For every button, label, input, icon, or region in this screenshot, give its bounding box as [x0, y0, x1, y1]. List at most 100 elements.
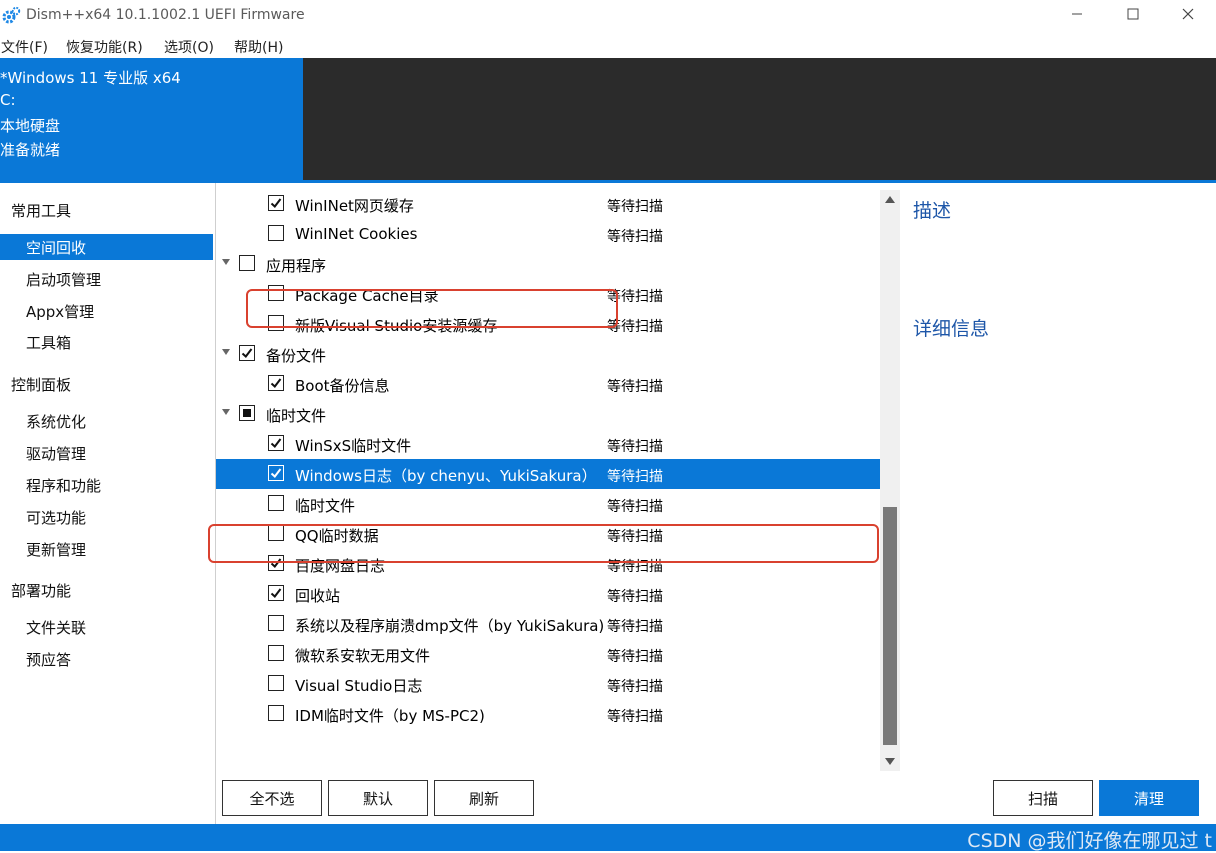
item-status: 等待扫描 [607, 709, 663, 725]
sidebar-item-label: 预应答 [26, 651, 72, 669]
maximize-icon [1127, 8, 1139, 24]
os-status: 准备就绪 [0, 141, 61, 159]
sidebar-item-updates[interactable]: 更新管理 [0, 536, 213, 562]
scan-button[interactable]: 扫描 [993, 780, 1093, 816]
sidebar-item-label: 更新管理 [26, 541, 87, 559]
sidebar-item-label: 程序和功能 [26, 477, 102, 495]
close-icon [1182, 8, 1194, 24]
sidebar-item-system-optimize[interactable]: 系统优化 [0, 408, 213, 434]
item-label: WinSxS临时文件 [295, 437, 412, 455]
maximize-button[interactable] [1105, 0, 1161, 32]
item-checkbox[interactable] [268, 375, 284, 391]
list-item[interactable]: Windows日志（by chenyu、YukiSakura） 等待扫描 [216, 459, 880, 489]
list-item[interactable]: Boot备份信息 等待扫描 [216, 369, 880, 399]
sidebar-item-toolbox[interactable]: 工具箱 [0, 329, 213, 355]
item-status: 等待扫描 [607, 379, 663, 395]
item-status: 等待扫描 [607, 229, 663, 245]
item-label: 临时文件 [295, 497, 356, 515]
watermark: CSDN @我们好像在哪见过 t [967, 830, 1212, 852]
item-checkbox[interactable] [268, 675, 284, 691]
list-item[interactable]: WinINet网页缓存 等待扫描 [216, 189, 880, 219]
expand-arrow-icon[interactable] [222, 349, 230, 355]
sidebar-item-space-cleanup[interactable]: 空间回收 [0, 234, 213, 260]
sidebar-item-label: 驱动管理 [26, 445, 87, 463]
minimize-icon [1071, 8, 1083, 24]
sidebar-item-label: Appx管理 [26, 303, 95, 321]
item-checkbox[interactable] [268, 585, 284, 601]
menu-options[interactable]: 选项(O) [164, 37, 214, 57]
window-title: Dism++x64 10.1.1002.1 UEFI Firmware [26, 7, 305, 23]
item-checkbox[interactable] [268, 705, 284, 721]
item-checkbox[interactable] [268, 645, 284, 661]
sidebar-item-label: 启动项管理 [26, 271, 102, 289]
highlight-temp-files [208, 524, 879, 563]
sidebar-group-deploy: 部署功能 [11, 582, 72, 600]
gear-icon [1, 6, 21, 26]
menu-file[interactable]: 文件(F) [1, 37, 48, 57]
minimize-button[interactable] [1049, 0, 1105, 32]
item-checkbox[interactable] [268, 465, 284, 481]
sidebar-item-file-assoc[interactable]: 文件关联 [0, 614, 213, 640]
sidebar-item-label: 文件关联 [26, 619, 87, 637]
scroll-up-icon[interactable] [885, 196, 895, 203]
sidebar-item-optional-features[interactable]: 可选功能 [0, 504, 213, 530]
refresh-button[interactable]: 刷新 [434, 780, 534, 816]
list-item[interactable]: 系统以及程序崩溃dmp文件（by YukiSakura) 等待扫描 [216, 609, 880, 639]
group-checkbox[interactable] [239, 345, 255, 361]
list-item[interactable]: 微软系安软无用文件 等待扫描 [216, 639, 880, 669]
menu-restore[interactable]: 恢复功能(R) [66, 37, 143, 57]
item-status: 等待扫描 [607, 649, 663, 665]
list-group-row[interactable]: 应用程序 [216, 249, 880, 279]
group-checkbox[interactable] [239, 255, 255, 271]
cleanup-list: WinINet网页缓存 等待扫描 WinINet Cookies 等待扫描 应用程序 Pa… [216, 183, 880, 773]
close-button[interactable] [1160, 0, 1216, 32]
clean-button[interactable]: 清理 [1099, 780, 1199, 816]
item-checkbox[interactable] [268, 225, 284, 241]
default-button[interactable]: 默认 [328, 780, 428, 816]
os-info-panel[interactable]: *Windows 11 专业版 x64 C: 本地硬盘 准备就绪 [0, 58, 303, 180]
group-label: 备份文件 [266, 347, 327, 365]
group-checkbox[interactable] [239, 405, 255, 421]
sidebar-item-appx[interactable]: Appx管理 [0, 298, 213, 324]
sidebar-item-label: 空间回收 [26, 239, 87, 257]
list-item[interactable]: Visual Studio日志 等待扫描 [216, 669, 880, 699]
list-group-row[interactable]: 临时文件 [216, 399, 880, 429]
sidebar-item-answer-file[interactable]: 预应答 [0, 646, 213, 672]
sidebar-item-startup[interactable]: 启动项管理 [0, 266, 213, 292]
os-name: *Windows 11 专业版 x64 [0, 69, 181, 87]
item-label: WinINet网页缓存 [295, 197, 414, 215]
list-group-row[interactable]: 备份文件 [216, 339, 880, 369]
highlight-package-cache [246, 289, 618, 328]
expand-arrow-icon[interactable] [222, 409, 230, 415]
list-item[interactable]: WinINet Cookies 等待扫描 [216, 219, 880, 249]
list-item[interactable]: WinSxS临时文件 等待扫描 [216, 429, 880, 459]
scroll-down-icon[interactable] [885, 758, 895, 765]
sidebar-group-control-panel: 控制面板 [11, 376, 72, 394]
list-item[interactable]: 临时文件 等待扫描 [216, 489, 880, 519]
expand-arrow-icon[interactable] [222, 259, 230, 265]
item-status: 等待扫描 [607, 589, 663, 605]
item-status: 等待扫描 [607, 469, 663, 485]
sidebar-item-drivers[interactable]: 驱动管理 [0, 440, 213, 466]
menu-help[interactable]: 帮助(H) [234, 37, 283, 57]
item-status: 等待扫描 [607, 199, 663, 215]
list-scrollbar[interactable] [880, 190, 900, 771]
item-label: Boot备份信息 [295, 377, 390, 395]
details-title: 详细信息 [913, 318, 990, 340]
os-disk-type: 本地硬盘 [0, 117, 61, 135]
deselect-all-button[interactable]: 全不选 [222, 780, 322, 816]
description-title: 描述 [913, 200, 952, 222]
item-checkbox[interactable] [268, 195, 284, 211]
sidebar-item-programs[interactable]: 程序和功能 [0, 472, 213, 498]
item-label: 微软系安软无用文件 [295, 647, 431, 665]
item-checkbox[interactable] [268, 615, 284, 631]
sidebar-group-common-tools: 常用工具 [11, 202, 72, 220]
item-checkbox[interactable] [268, 495, 284, 511]
item-label: Windows日志（by chenyu、YukiSakura） [295, 467, 597, 485]
list-item[interactable]: IDM临时文件（by MS-PC2) 等待扫描 [216, 699, 880, 729]
group-label: 临时文件 [266, 407, 327, 425]
item-checkbox[interactable] [268, 435, 284, 451]
list-item[interactable]: 回收站 等待扫描 [216, 579, 880, 609]
scroll-thumb[interactable] [883, 507, 897, 745]
item-status: 等待扫描 [607, 499, 663, 515]
